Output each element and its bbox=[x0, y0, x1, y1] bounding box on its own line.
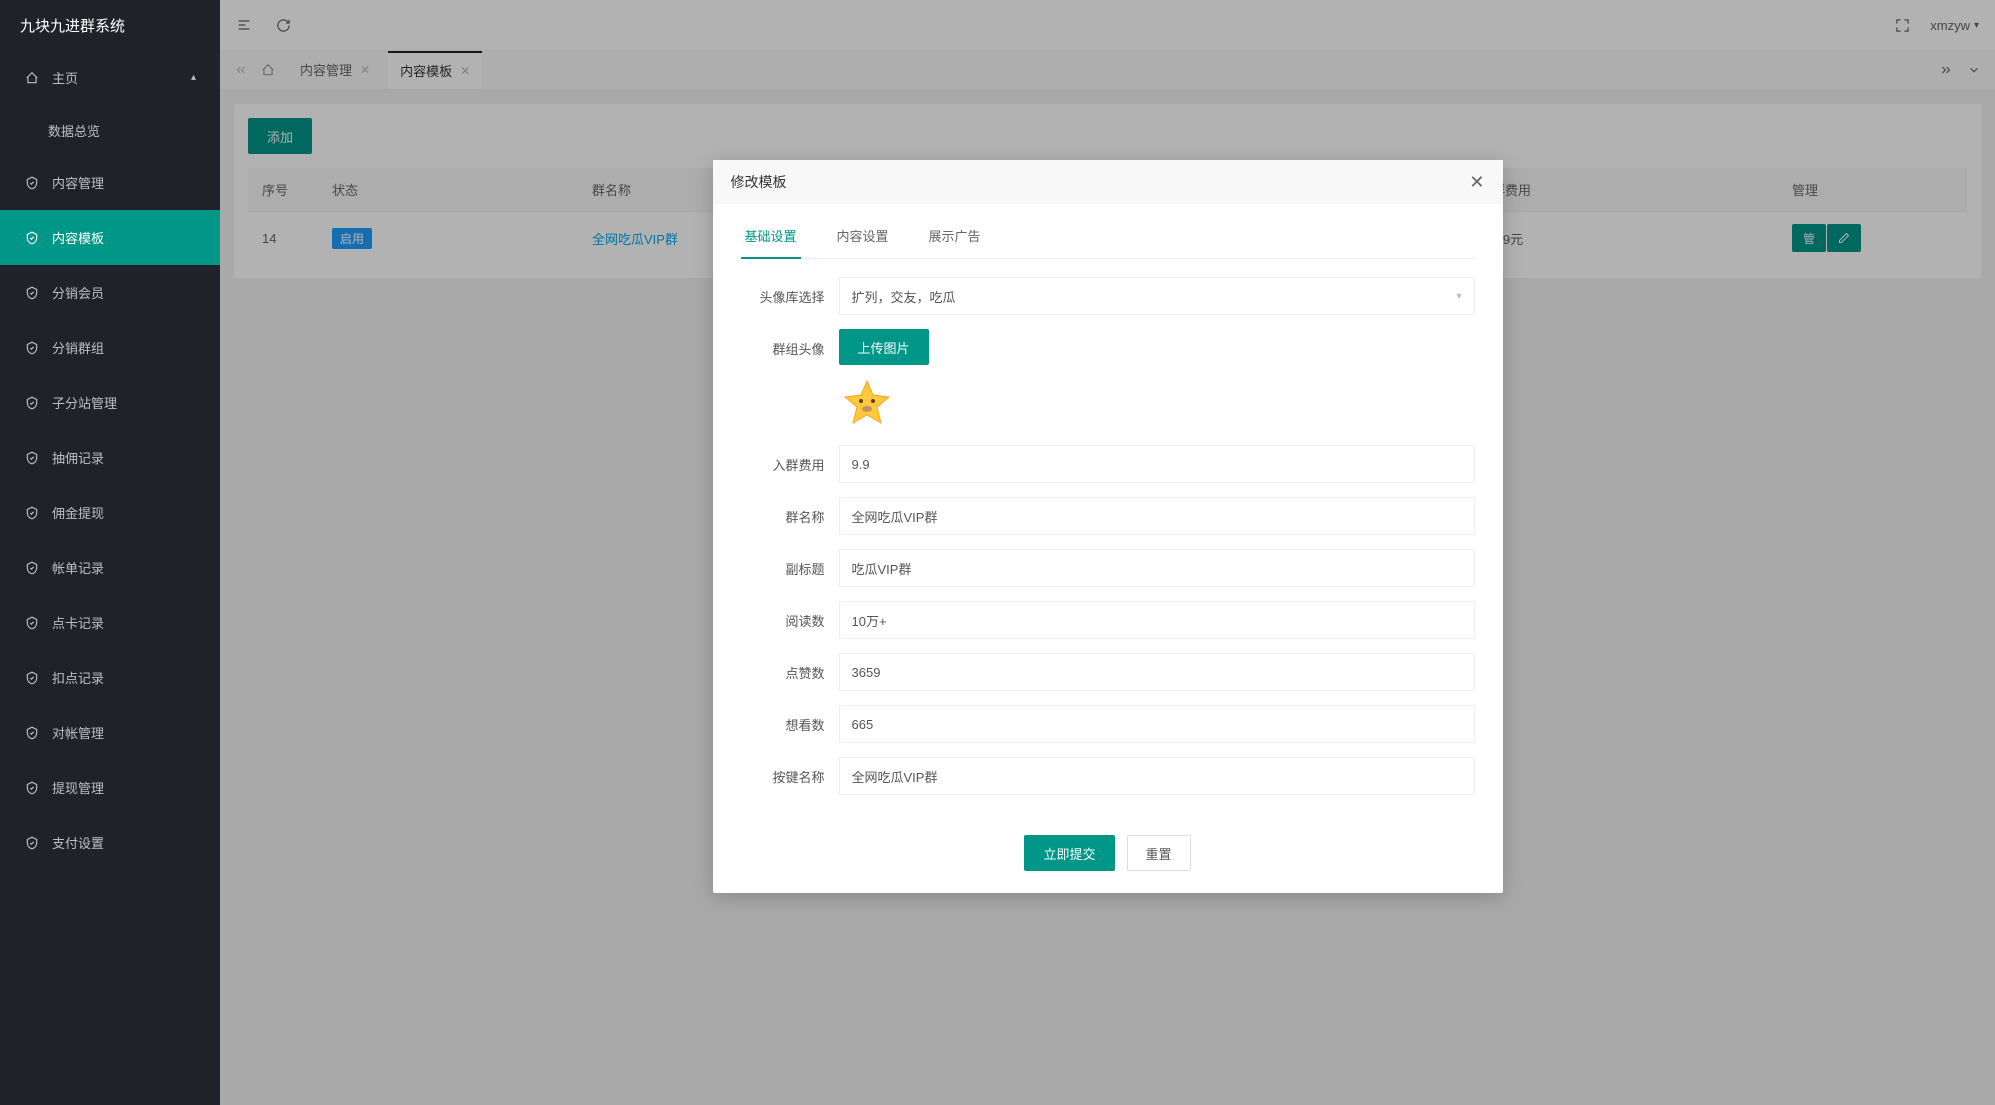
modal-overlay[interactable]: 修改模板 ✕ 基础设置 内容设置 展示广告 头像库选择 扩列，交友，吃瓜 bbox=[220, 0, 1995, 1105]
shield-check-icon bbox=[24, 835, 40, 851]
select-value: 扩列，交友，吃瓜 bbox=[852, 287, 956, 306]
label-avatar-lib: 头像库选择 bbox=[741, 287, 839, 306]
shield-check-icon bbox=[24, 670, 40, 686]
subtitle-input[interactable] bbox=[839, 549, 1475, 587]
shield-check-icon bbox=[24, 725, 40, 741]
nav-dist-member[interactable]: 分销会员 bbox=[0, 265, 220, 320]
upload-image-button[interactable]: 上传图片 bbox=[839, 329, 929, 365]
nav-data-overview[interactable]: 数据总览 bbox=[0, 105, 220, 155]
nav-menu: 主页 ▴ 数据总览 内容管理 内容模板 分销会员 分销群组 bbox=[0, 50, 220, 1105]
avatar-lib-select[interactable]: 扩列，交友，吃瓜 ▾ bbox=[839, 277, 1475, 315]
shield-check-icon bbox=[24, 615, 40, 631]
modal-tab-content[interactable]: 内容设置 bbox=[833, 226, 893, 258]
nav-payment-settings[interactable]: 支付设置 bbox=[0, 815, 220, 870]
read-count-input[interactable] bbox=[839, 601, 1475, 639]
group-name-input[interactable] bbox=[839, 497, 1475, 535]
label-read-count: 阅读数 bbox=[741, 611, 839, 630]
nav-content-tpl[interactable]: 内容模板 bbox=[0, 210, 220, 265]
chevron-down-icon: ▾ bbox=[1456, 291, 1461, 302]
shield-check-icon bbox=[24, 230, 40, 246]
chevron-up-icon: ▴ bbox=[191, 72, 196, 83]
home-icon bbox=[24, 70, 40, 86]
sidebar: 九块九进群系统 主页 ▴ 数据总览 内容管理 内容模板 bbox=[0, 0, 220, 1105]
shield-check-icon bbox=[24, 780, 40, 796]
nav-commission-withdraw[interactable]: 佣金提现 bbox=[0, 485, 220, 540]
modal-tab-basic[interactable]: 基础设置 bbox=[741, 226, 801, 259]
label-want-count: 想看数 bbox=[741, 715, 839, 734]
label-join-fee: 入群费用 bbox=[741, 455, 839, 474]
modal-tab-ads[interactable]: 展示广告 bbox=[925, 226, 985, 258]
nav-home-label: 主页 bbox=[52, 68, 78, 87]
app-logo: 九块九进群系统 bbox=[0, 0, 220, 50]
nav-card-record[interactable]: 点卡记录 bbox=[0, 595, 220, 650]
button-name-input[interactable] bbox=[839, 757, 1475, 795]
shield-check-icon bbox=[24, 340, 40, 356]
shield-check-icon bbox=[24, 175, 40, 191]
nav-content-mgmt[interactable]: 内容管理 bbox=[0, 155, 220, 210]
shield-check-icon bbox=[24, 450, 40, 466]
modal-title: 修改模板 bbox=[731, 172, 787, 192]
modal-close-icon[interactable]: ✕ bbox=[1469, 172, 1484, 193]
label-group-name: 群名称 bbox=[741, 507, 839, 526]
modal-footer: 立即提交 重置 bbox=[713, 819, 1503, 893]
label-group-avatar: 群组头像 bbox=[741, 329, 839, 358]
label-subtitle: 副标题 bbox=[741, 559, 839, 578]
nav-withdraw-mgmt[interactable]: 提现管理 bbox=[0, 760, 220, 815]
edit-template-modal: 修改模板 ✕ 基础设置 内容设置 展示广告 头像库选择 扩列，交友，吃瓜 bbox=[713, 160, 1503, 893]
submit-button[interactable]: 立即提交 bbox=[1024, 835, 1114, 871]
shield-check-icon bbox=[24, 560, 40, 576]
nav-deduct-record[interactable]: 扣点记录 bbox=[0, 650, 220, 705]
label-button-name: 按键名称 bbox=[741, 767, 839, 786]
nav-commission-record[interactable]: 抽佣记录 bbox=[0, 430, 220, 485]
shield-check-icon bbox=[24, 395, 40, 411]
label-like-count: 点赞数 bbox=[741, 663, 839, 682]
nav-bill-record[interactable]: 帐单记录 bbox=[0, 540, 220, 595]
want-count-input[interactable] bbox=[839, 705, 1475, 743]
modal-header: 修改模板 ✕ bbox=[713, 160, 1503, 204]
shield-check-icon bbox=[24, 285, 40, 301]
nav-dist-group[interactable]: 分销群组 bbox=[0, 320, 220, 375]
reset-button[interactable]: 重置 bbox=[1127, 835, 1191, 871]
star-emoji-icon bbox=[841, 377, 893, 429]
join-fee-input[interactable] bbox=[839, 445, 1475, 483]
shield-check-icon bbox=[24, 505, 40, 521]
like-count-input[interactable] bbox=[839, 653, 1475, 691]
modal-tabs: 基础设置 内容设置 展示广告 bbox=[741, 226, 1475, 259]
nav-substation[interactable]: 子分站管理 bbox=[0, 375, 220, 430]
nav-home[interactable]: 主页 ▴ bbox=[0, 50, 220, 105]
main-area: xmzyw ▾ 内容管理 ✕ 内容模板 ✕ bbox=[220, 0, 1995, 1105]
avatar-preview bbox=[839, 375, 895, 431]
nav-reconcile[interactable]: 对帐管理 bbox=[0, 705, 220, 760]
modal-body: 基础设置 内容设置 展示广告 头像库选择 扩列，交友，吃瓜 ▾ bbox=[713, 204, 1503, 819]
